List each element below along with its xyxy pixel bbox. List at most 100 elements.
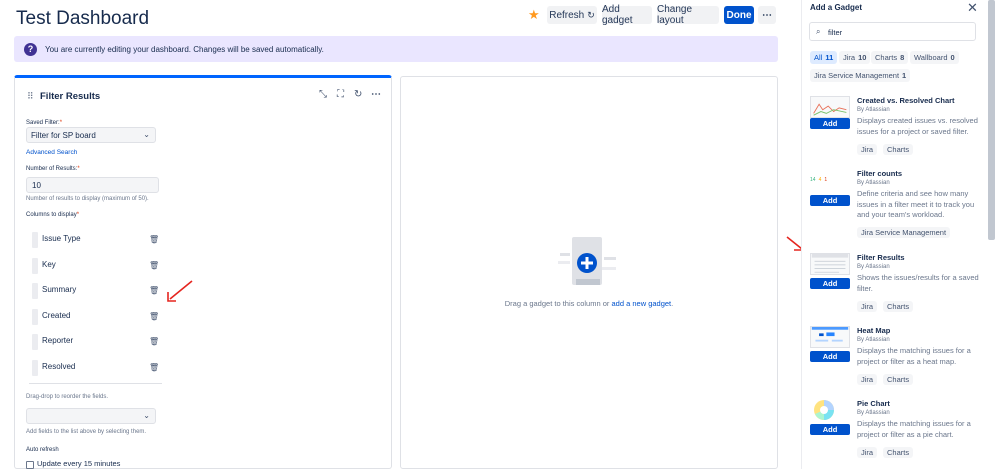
tag: Jira	[857, 447, 877, 458]
tag: Jira	[857, 301, 877, 312]
update-label: Update every 15 minutes	[37, 459, 120, 468]
add-fields-help: Add fields to the list above by selectin…	[26, 429, 146, 435]
more-actions-button[interactable]: ⋯	[758, 6, 776, 24]
panel-title: Add a Gadget	[810, 3, 862, 12]
tag: Charts	[883, 374, 913, 385]
done-button[interactable]: Done	[724, 6, 754, 24]
drag-handle-icon[interactable]	[32, 334, 38, 350]
gadget-name: Filter Results	[857, 253, 905, 262]
gadget-item-heat-map: Add Heat Map By Atlassian Displays the m…	[810, 326, 985, 398]
column-item[interactable]: Issue Type 🗑	[32, 231, 157, 249]
chip-jira-service-management[interactable]: Jira Service Management1	[810, 69, 910, 82]
gadget-author: By Atlassian	[857, 264, 890, 270]
add-new-gadget-link[interactable]: add a new gadget	[612, 299, 672, 308]
gadget-description: Displays the matching issues for a proje…	[857, 346, 982, 367]
trash-icon[interactable]: 🗑	[149, 286, 159, 295]
add-gadget-icon[interactable]	[558, 237, 618, 292]
columns-label: Columns to display*	[26, 212, 79, 218]
tag: Jira	[857, 374, 877, 385]
gadget-name: Created vs. Resolved Chart	[857, 96, 955, 105]
add-field-select[interactable]: ⌄	[26, 408, 156, 424]
gadget-name: Filter counts	[857, 169, 902, 178]
drag-handle-icon[interactable]	[32, 258, 38, 274]
column-item-label: Reporter	[42, 336, 73, 345]
num-results-label: Number of Results:*	[26, 166, 80, 172]
heatmap-thumbnail	[810, 326, 850, 348]
scrollbar[interactable]	[988, 0, 995, 240]
gadget-search-input[interactable]: ⌕ filter	[809, 22, 976, 41]
gadget-author: By Atlassian	[857, 410, 890, 416]
divider	[29, 383, 162, 384]
refresh-icon[interactable]: ↻	[354, 89, 362, 100]
tag: Charts	[883, 447, 913, 458]
add-button[interactable]: Add	[810, 278, 850, 289]
chip-jira[interactable]: Jira10	[839, 51, 870, 64]
trash-icon[interactable]: 🗑	[149, 235, 159, 244]
auto-refresh-label: Auto refresh	[26, 447, 59, 453]
more-icon[interactable]: ⋯	[371, 89, 381, 100]
banner-text: You are currently editing your dashboard…	[45, 45, 324, 54]
gadget-item-created-vs-resolved: Add Created vs. Resolved Chart By Atlass…	[810, 96, 985, 168]
empty-dashboard-column: Drag a gadget to this column or add a ne…	[400, 76, 778, 469]
gadget-description: Displays created issues vs. resolved iss…	[857, 116, 982, 137]
info-icon: ?	[24, 43, 37, 56]
star-icon[interactable]: ★	[528, 8, 540, 21]
drag-handle-icon[interactable]: ⠿	[27, 91, 33, 102]
chip-charts[interactable]: Charts8	[871, 51, 908, 64]
chevron-down-icon: ⌄	[143, 411, 150, 420]
drag-handle-icon[interactable]	[32, 360, 38, 376]
chart-thumbnail	[810, 96, 850, 118]
gadget-title: Filter Results	[40, 91, 100, 102]
column-item-label: Resolved	[42, 362, 75, 371]
page-title: Test Dashboard	[16, 7, 149, 31]
drag-handle-icon[interactable]	[32, 283, 38, 299]
refresh-icon: ↻	[587, 10, 595, 21]
gadget-name: Heat Map	[857, 326, 890, 335]
minimize-icon[interactable]: ⤡	[319, 89, 327, 100]
table-thumbnail	[810, 253, 850, 275]
gadget-author: By Atlassian	[857, 180, 890, 186]
reorder-help: Drag-drop to reorder the fields.	[26, 394, 108, 400]
drag-handle-icon[interactable]	[32, 232, 38, 248]
filter-results-gadget: ⠿ Filter Results ⤡ ⛶ ↻ ⋯ Saved Filter:* …	[14, 75, 392, 469]
trash-icon[interactable]: 🗑	[149, 337, 159, 346]
update-checkbox[interactable]	[26, 461, 34, 469]
fullscreen-icon[interactable]: ⛶	[337, 89, 344, 100]
gadget-description: Define criteria and see how many issues …	[857, 189, 982, 221]
dashboard-page: Test Dashboard ★ Refresh ↻ Add gadget Ch…	[0, 0, 999, 469]
tag: Jira	[857, 144, 877, 155]
close-icon[interactable]: ✕	[967, 0, 978, 16]
column-item[interactable]: Reporter 🗑	[32, 333, 157, 351]
column-item[interactable]: Summary 🗑	[32, 282, 157, 300]
add-gadget-panel: Add a Gadget ✕ ⌕ filter All11 Jira10 Cha…	[801, 0, 999, 469]
trash-icon[interactable]: 🗑	[149, 261, 159, 270]
counts-thumbnail: 14 4 1	[810, 169, 850, 191]
add-button[interactable]: Add	[810, 424, 850, 435]
gadget-author: By Atlassian	[857, 337, 890, 343]
drag-handle-icon[interactable]	[32, 309, 38, 325]
pie-thumbnail	[810, 399, 850, 421]
trash-icon[interactable]: 🗑	[149, 312, 159, 321]
refresh-button[interactable]: Refresh ↻	[547, 6, 597, 24]
saved-filter-select[interactable]: Filter for SP board ⌄	[26, 127, 156, 143]
annotation-arrow	[164, 279, 194, 305]
column-item[interactable]: Key 🗑	[32, 257, 157, 275]
column-item-label: Created	[42, 311, 70, 320]
advanced-search-link[interactable]: Advanced Search	[26, 149, 77, 156]
column-item[interactable]: Created 🗑	[32, 308, 157, 326]
tag: Charts	[883, 144, 913, 155]
add-button[interactable]: Add	[810, 195, 850, 206]
trash-icon[interactable]: 🗑	[149, 363, 159, 372]
column-item[interactable]: Resolved 🗑	[32, 359, 157, 377]
empty-column-message: Drag a gadget to this column or add a ne…	[401, 299, 777, 308]
change-layout-button[interactable]: Change layout	[657, 6, 719, 24]
add-gadget-button[interactable]: Add gadget	[602, 6, 652, 24]
refresh-label: Refresh	[549, 10, 584, 21]
gadget-item-filter-counts: 14 4 1 Add Filter counts By Atlassian De…	[810, 169, 985, 241]
gadget-description: Shows the issues/results for a saved fil…	[857, 273, 982, 294]
num-results-input[interactable]: 10	[26, 177, 159, 193]
chip-wallboard[interactable]: Wallboard0	[910, 51, 959, 64]
add-button[interactable]: Add	[810, 118, 850, 129]
add-button[interactable]: Add	[810, 351, 850, 362]
chip-all[interactable]: All11	[810, 51, 837, 64]
